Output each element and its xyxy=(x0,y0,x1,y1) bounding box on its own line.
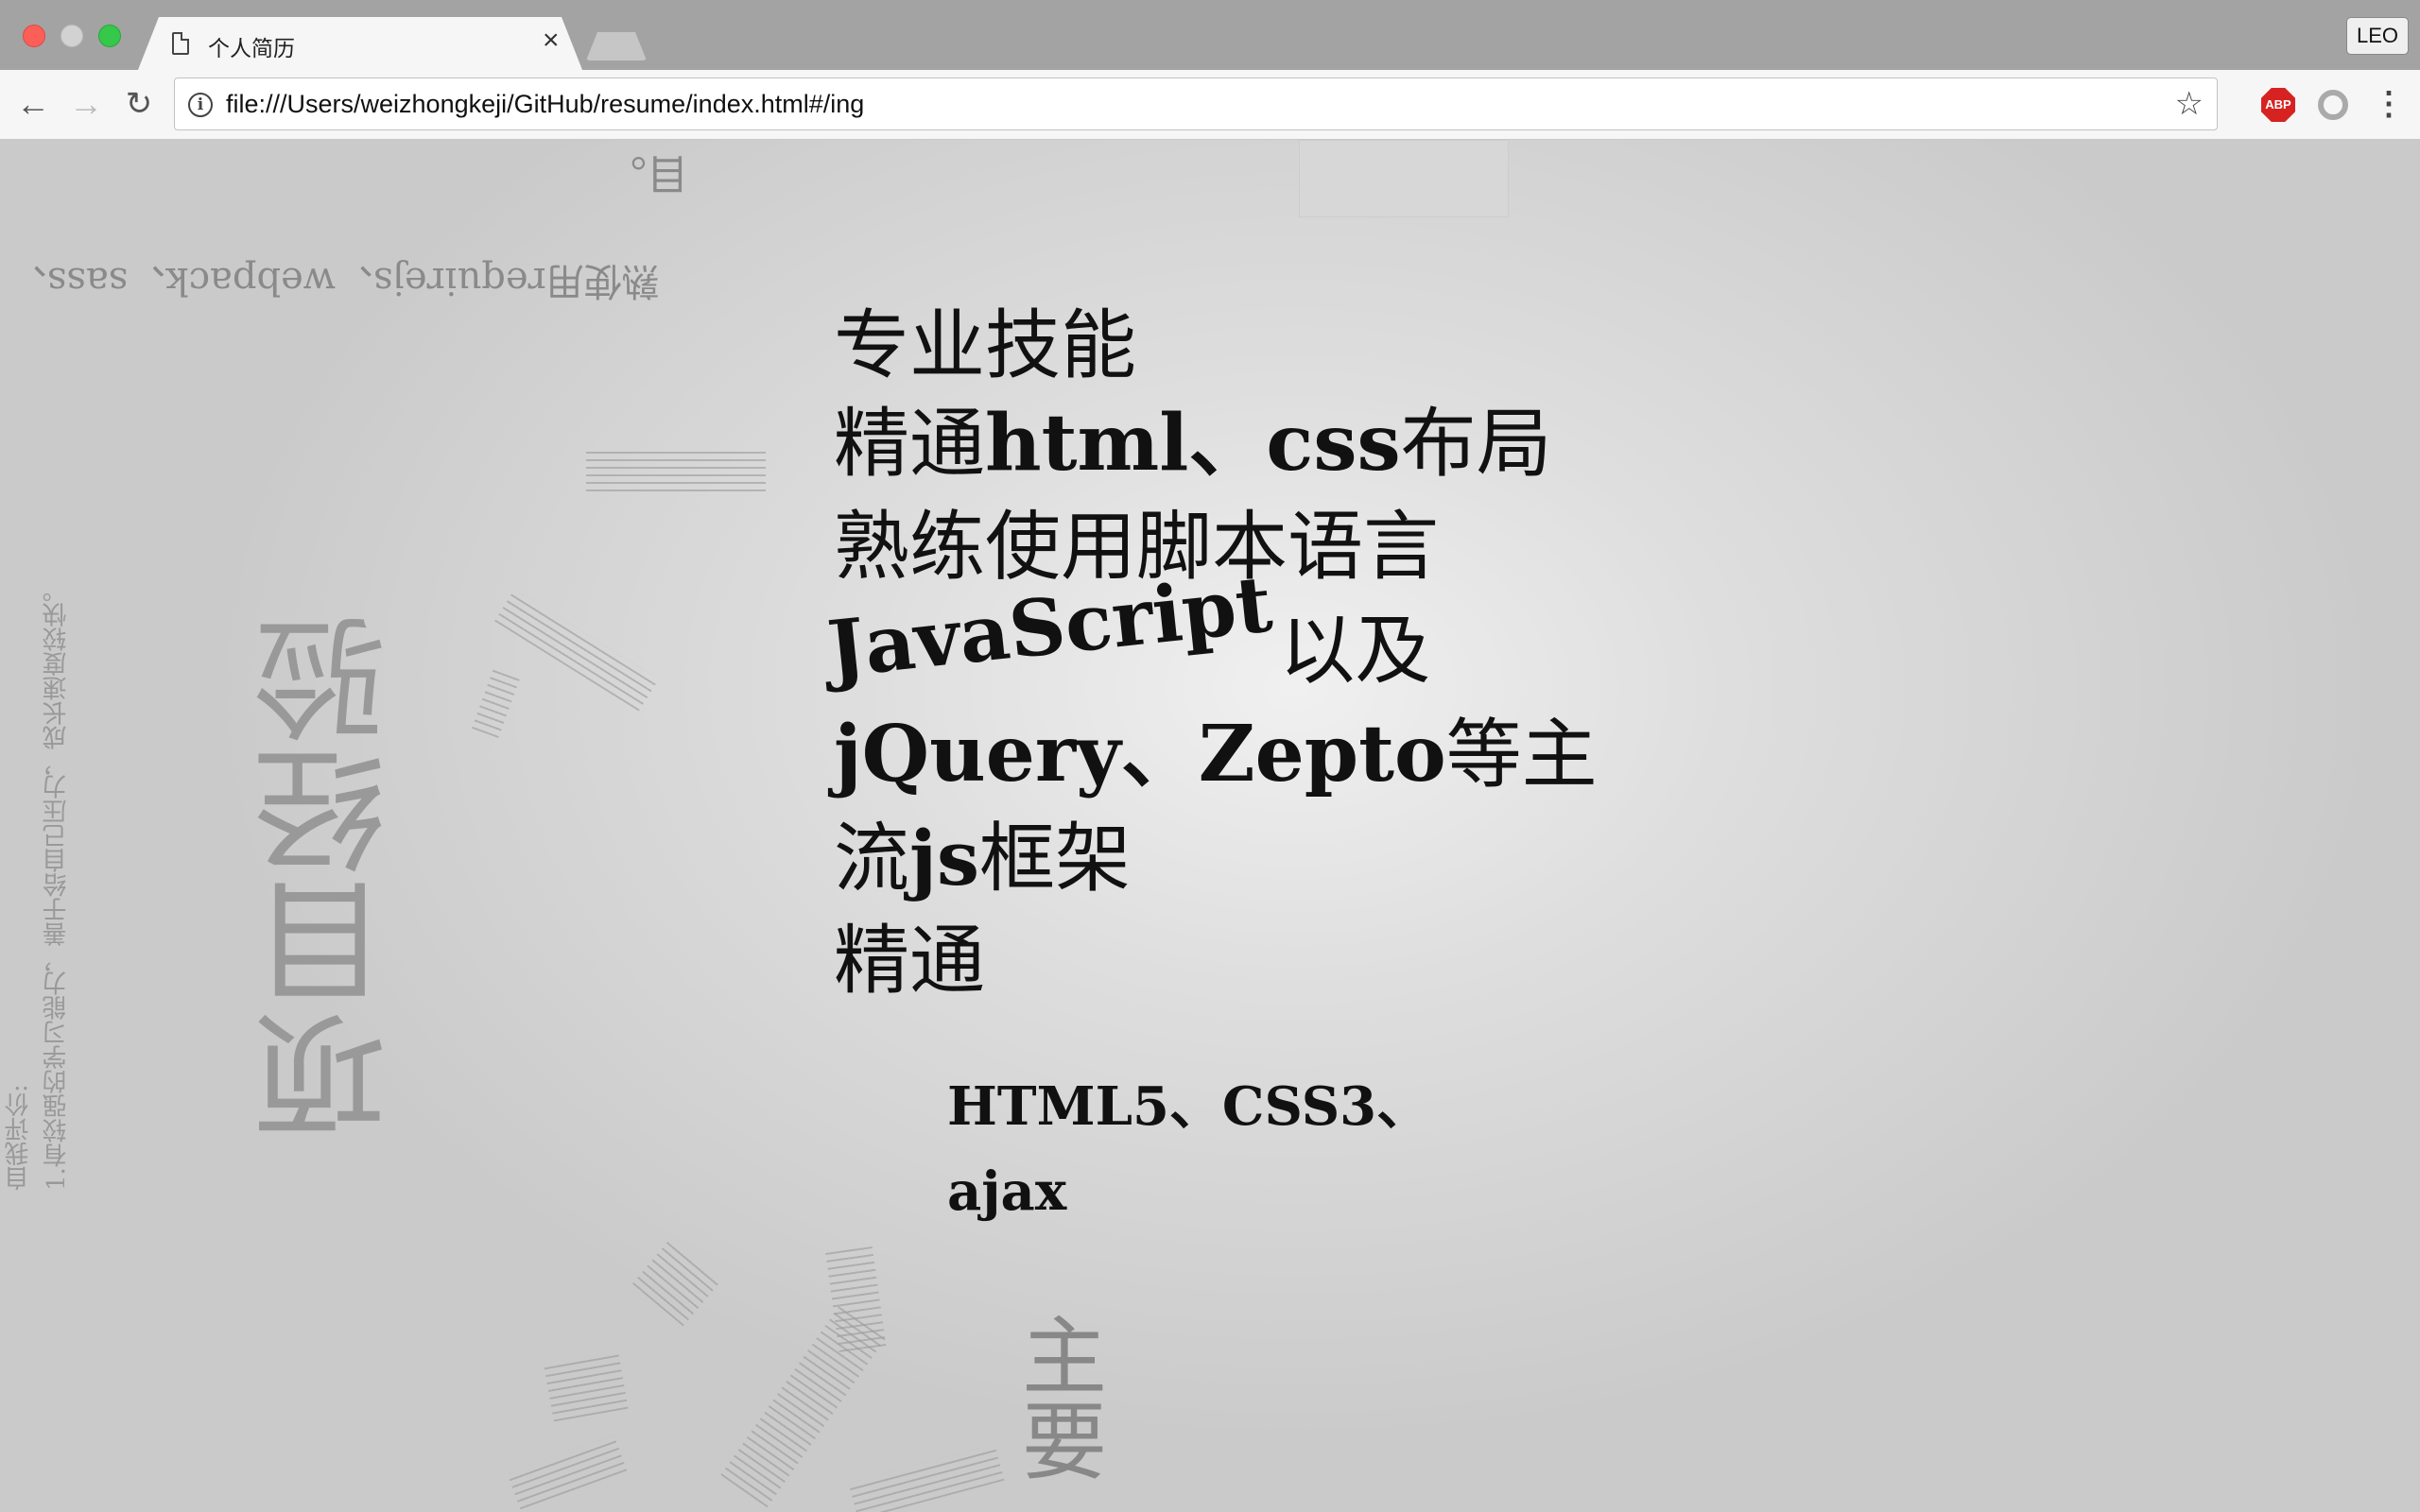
url-text[interactable]: file:///Users/weizhongkeji/GitHub/resume… xyxy=(226,90,864,119)
skills-keyword: html、css xyxy=(985,398,1401,489)
skills-sub-line-2: ajax xyxy=(947,1160,1067,1223)
self-eval-text: 1.有较强的学习能力，善于给自己压力，成长速度较快。 xyxy=(43,577,71,1191)
skills-keyword: js xyxy=(909,814,979,903)
window-maximize-button[interactable] xyxy=(98,25,121,47)
bg-main-heading: 主要 xyxy=(1007,1312,1106,1482)
new-tab-button[interactable] xyxy=(586,32,647,60)
skills-text: 框架 xyxy=(978,815,1131,903)
bg-card xyxy=(1299,140,1509,217)
skills-heading: 专业技能 xyxy=(834,301,1136,389)
info-icon[interactable]: i xyxy=(188,93,213,117)
bg-scribble xyxy=(471,665,522,739)
skills-keyword: jQuery、Zepto xyxy=(834,709,1446,800)
tab-strip: 个人简历 × LEO xyxy=(0,0,2420,70)
bg-project-title: 项目经验 xyxy=(254,612,408,1142)
address-bar[interactable]: i file:///Users/weizhongkeji/GitHub/resu… xyxy=(174,77,2218,130)
skills-sub: HTML5、CSS3、 ajax xyxy=(947,1065,1609,1234)
forward-arrow-icon[interactable]: → xyxy=(66,85,106,125)
bg-scribble xyxy=(507,1435,628,1510)
bg-scribble xyxy=(494,589,659,712)
skills-text: 精通 xyxy=(834,400,985,488)
self-eval-title: 自我评价: xyxy=(5,1084,33,1191)
skills-text: 布局 xyxy=(1400,400,1552,488)
skills-line-6: 精通 xyxy=(834,917,985,1005)
star-icon[interactable]: ☆ xyxy=(2175,86,2204,122)
reload-icon[interactable]: ↻ xyxy=(119,85,159,125)
bg-self-eval: 自我评价: 1.有较强的学习能力，善于给自己压力，成长速度较快。 xyxy=(0,577,128,1191)
profile-button[interactable]: LEO xyxy=(2346,17,2409,55)
adblock-icon[interactable]: ABP xyxy=(2261,88,2295,122)
page-content: 项目经验 熟使用requirejs、webpack、sass、 目。 自我评价:… xyxy=(0,140,2420,1512)
skills-line-5: 流js框架 xyxy=(834,807,1609,910)
page-icon xyxy=(172,32,189,55)
tab-title: 个人简历 xyxy=(208,36,295,60)
bg-mu-text: 目。 xyxy=(605,149,688,198)
skills-line-1: 精通html、css布局 xyxy=(834,391,1609,496)
skills-sub-line-1: HTML5、CSS3、 xyxy=(947,1075,1430,1139)
browser-toolbar: ← → ↻ i file:///Users/weizhongkeji/GitHu… xyxy=(0,70,2420,140)
skills-line-4: jQuery、Zepto等主 xyxy=(834,702,1609,807)
skills-text: 等主 xyxy=(1445,711,1598,799)
bg-scribble xyxy=(848,1443,1005,1512)
window-close-button[interactable] xyxy=(23,25,45,47)
skills-line-3: JavaScript以及 xyxy=(823,558,1609,703)
bg-scribble xyxy=(544,1352,629,1422)
menu-kebab-icon[interactable]: ⋮ xyxy=(2373,83,2405,125)
bg-tools-line: 熟使用requirejs、webpack、sass、 xyxy=(9,259,660,302)
tab-active[interactable]: 个人简历 × xyxy=(138,17,582,70)
window-minimize-button[interactable] xyxy=(60,25,83,47)
tab-close-icon[interactable]: × xyxy=(543,26,560,55)
back-arrow-icon[interactable]: ← xyxy=(13,85,53,125)
extension-icon[interactable] xyxy=(2318,90,2348,120)
skills-panel: 专业技能 精通html、css布局 熟练使用脚本语言 JavaScript以及 … xyxy=(823,301,1609,1234)
skills-text: 以及 xyxy=(1279,606,1431,695)
bg-scribble xyxy=(631,1240,720,1327)
skills-text: 流 xyxy=(834,815,909,903)
bg-scribble xyxy=(586,452,766,495)
